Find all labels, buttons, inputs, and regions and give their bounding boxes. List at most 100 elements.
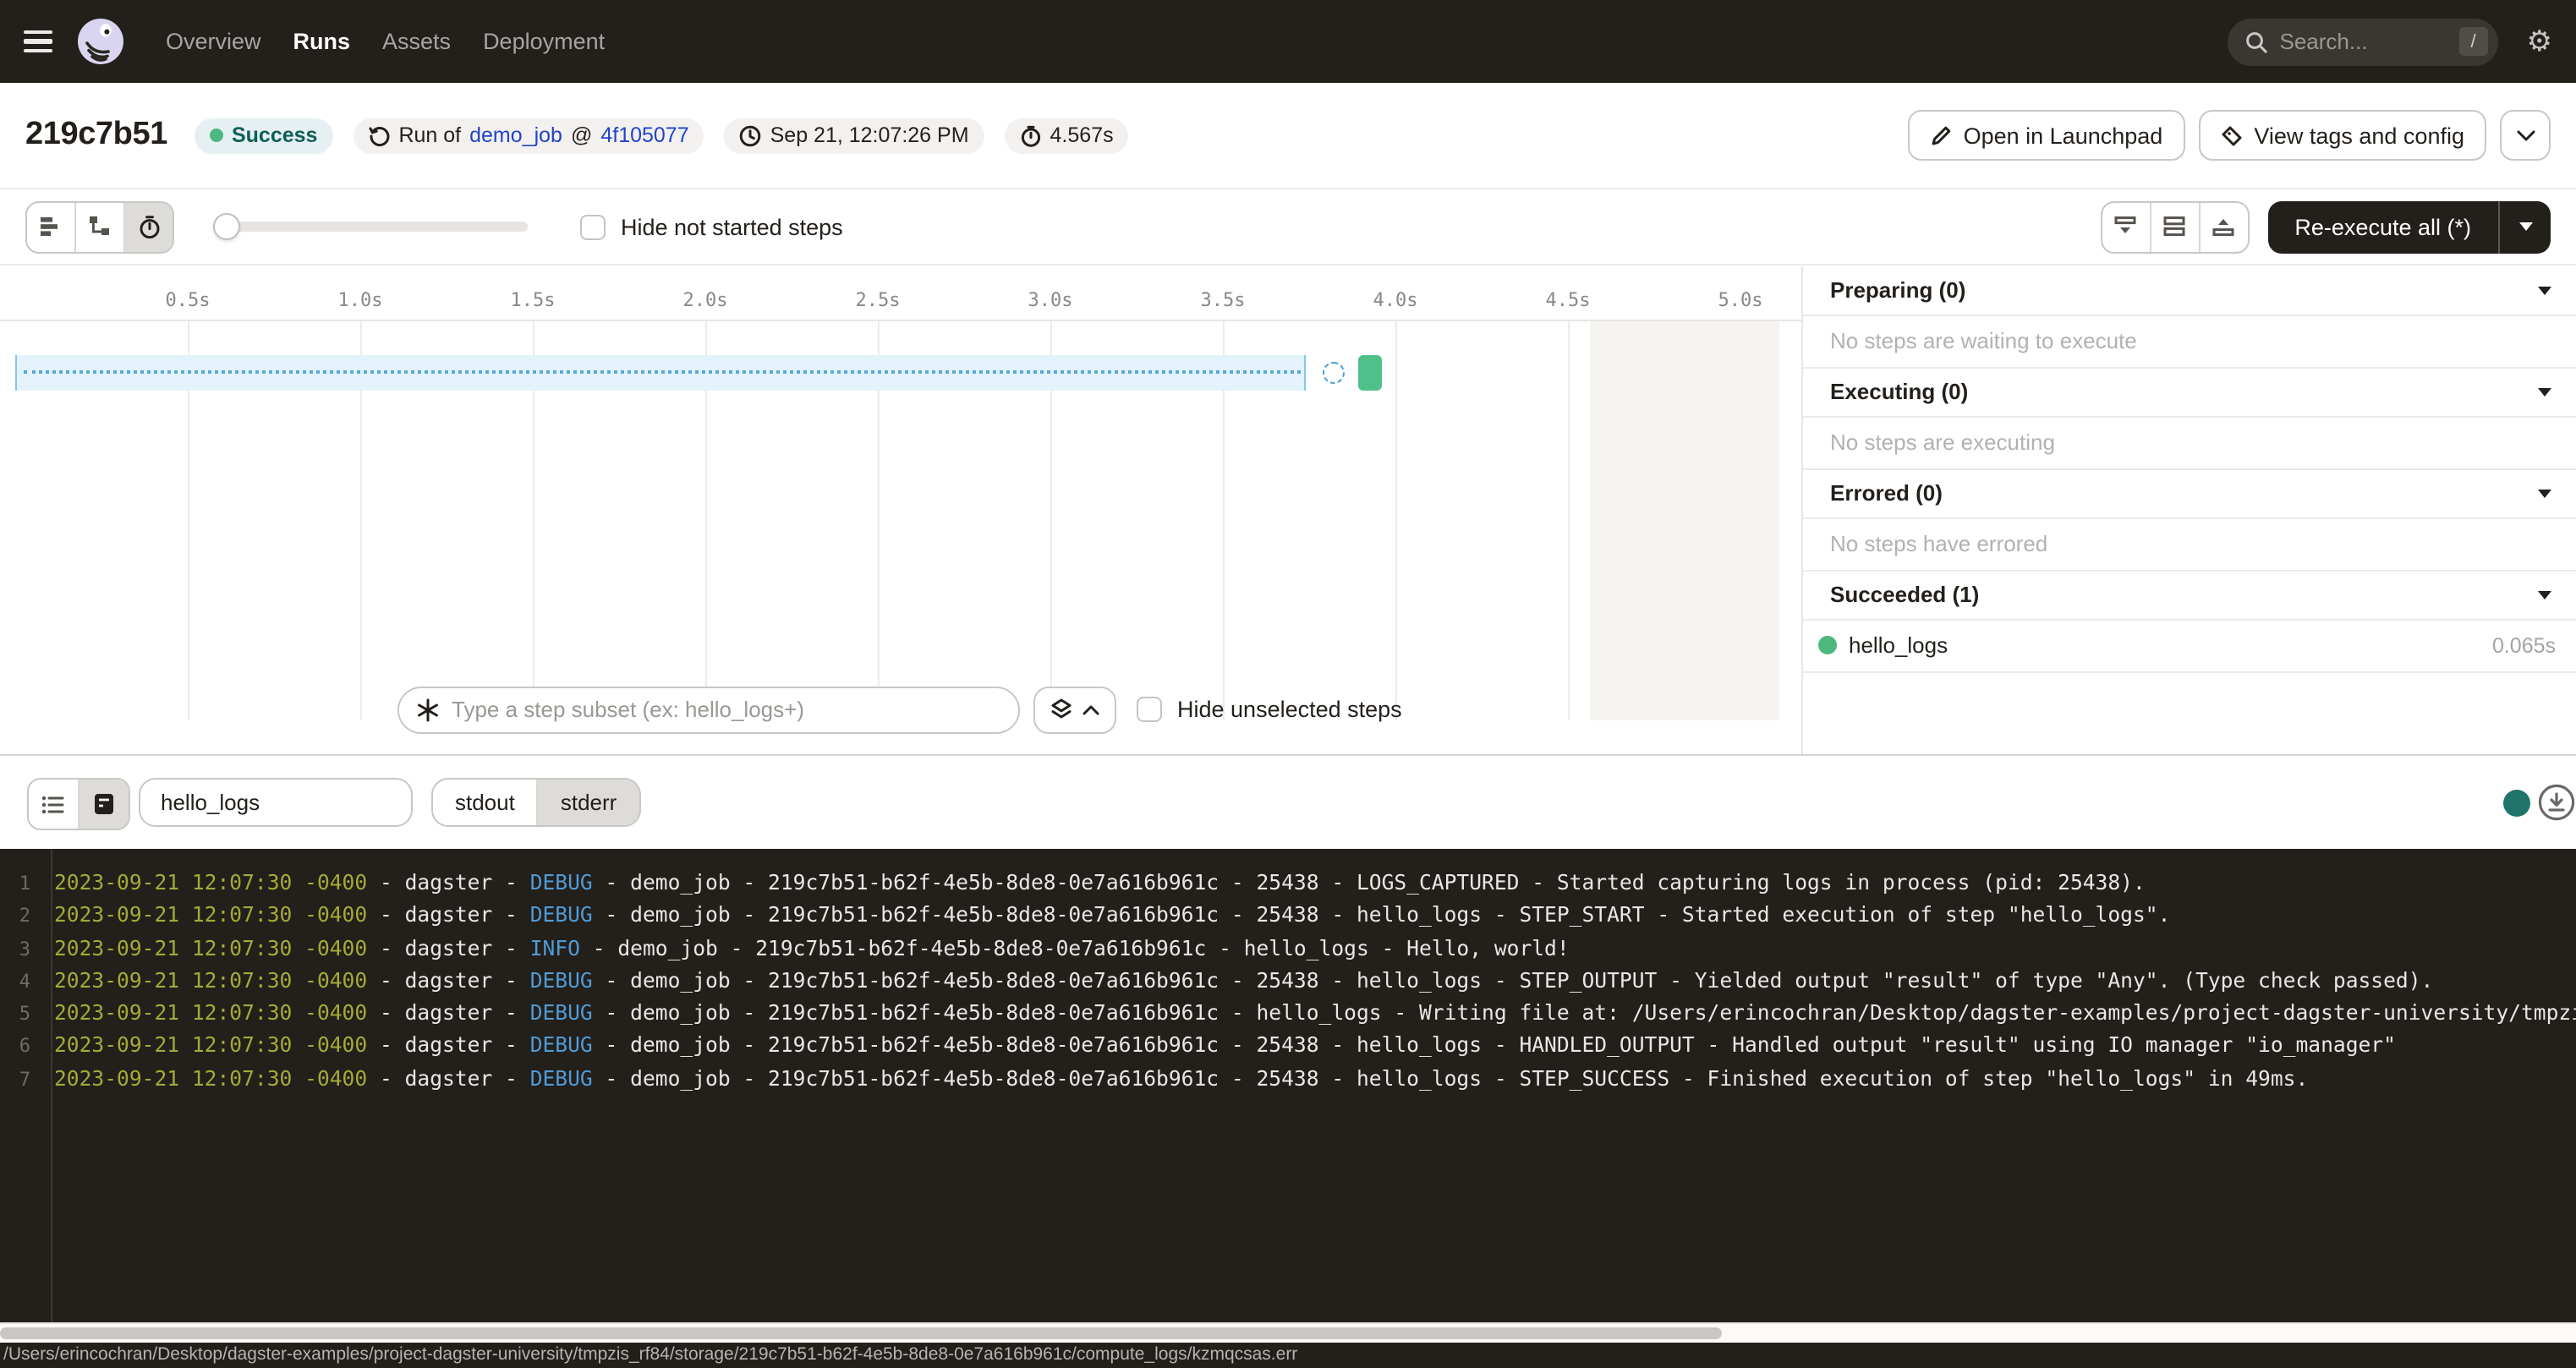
log-timestamp: 2023-09-21 12:07:30 -0400	[54, 904, 367, 928]
log-level: DEBUG	[530, 1001, 593, 1025]
log-timestamp: 2023-09-21 12:07:30 -0400	[54, 871, 367, 895]
history-icon	[368, 124, 390, 146]
axis-tick-label: 1.5s	[496, 288, 570, 310]
gantt-view-mode-group	[25, 200, 174, 253]
caret-down-icon	[2537, 488, 2552, 498]
axis-tick-label: 3.0s	[1013, 288, 1088, 310]
dagster-logo[interactable]	[76, 17, 125, 66]
gantt-zoom-slider[interactable]	[213, 200, 528, 253]
run-id-title: 219c7b51	[25, 117, 167, 154]
log-level: DEBUG	[530, 904, 593, 928]
structured-log-view-button[interactable]	[29, 780, 78, 829]
job-link[interactable]: demo_job	[469, 123, 562, 147]
step-graph-icon	[416, 698, 440, 721]
waterfall-view-button[interactable]	[74, 202, 123, 251]
reexecute-menu-button[interactable]	[2498, 200, 2551, 253]
gantt-step-marker[interactable]	[1323, 361, 1345, 383]
section-preparing-header[interactable]: Preparing (0)	[1803, 266, 2576, 315]
gantt-chart: Type a step subset (ex: hello_logs+) Hid…	[0, 320, 1801, 753]
pencil-icon	[1930, 124, 1952, 146]
gear-icon[interactable]: ⚙	[2527, 27, 2553, 56]
view-tags-config-button[interactable]: View tags and config	[2198, 110, 2486, 161]
tab-stderr[interactable]: stderr	[537, 780, 639, 825]
commit-link[interactable]: 4f105077	[600, 123, 688, 147]
log-line: 62023-09-21 12:07:30 -0400 - dagster - D…	[0, 1031, 2576, 1064]
log-timestamp: 2023-09-21 12:07:30 -0400	[54, 969, 367, 993]
log-filter-value: hello_logs	[161, 790, 260, 815]
log-timestamp: 2023-09-21 12:07:30 -0400	[54, 1001, 367, 1025]
log-lines: 12023-09-21 12:07:30 -0400 - dagster - D…	[0, 867, 2576, 1096]
log-level: DEBUG	[530, 969, 593, 993]
axis-tick-label: 5.0s	[1703, 288, 1778, 310]
timed-view-button[interactable]	[123, 202, 173, 251]
split-even-button[interactable]	[2149, 202, 2198, 251]
axis-tick-label: 1.0s	[323, 288, 397, 310]
timer-icon	[136, 214, 162, 239]
hide-not-started-label: Hide not started steps	[621, 214, 843, 239]
clock-icon	[740, 124, 762, 146]
panel-down-icon	[2113, 215, 2138, 238]
log-line-number: 1	[0, 869, 30, 900]
gantt-waiting-band	[15, 354, 1306, 390]
panel-up-icon	[2211, 215, 2236, 238]
panel-resize-group	[2100, 200, 2249, 253]
graph-query-toggle-button[interactable]	[1033, 686, 1116, 733]
duration-tag: 4.567s	[1005, 118, 1129, 153]
more-actions-button[interactable]	[2500, 110, 2551, 161]
log-message: - demo_job - 219c7b51-b62f-4e5b-8de8-0e7…	[593, 969, 2434, 993]
slider-thumb[interactable]	[213, 213, 240, 240]
flat-list-icon	[38, 215, 63, 238]
nav-item-assets[interactable]: Assets	[382, 29, 451, 54]
section-executing-empty: No steps are executing	[1803, 417, 2576, 469]
axis-tick-label: 4.5s	[1531, 288, 1605, 310]
download-icon[interactable]	[2537, 783, 2576, 822]
log-timestamp: 2023-09-21 12:07:30 -0400	[54, 936, 367, 960]
expand-up-button[interactable]	[2198, 202, 2247, 251]
stdout-stderr-tabs: stdout stderr	[431, 778, 640, 827]
axis-tick-label: 3.5s	[1186, 288, 1260, 310]
log-timestamp: 2023-09-21 12:07:30 -0400	[54, 1034, 367, 1058]
step-row-hello-logs[interactable]: hello_logs 0.065s	[1803, 620, 2576, 672]
step-status-panel: Preparing (0) No steps are waiting to ex…	[1801, 266, 2576, 753]
scrollbar-thumb[interactable]	[0, 1327, 1722, 1338]
hide-unselected-label: Hide unselected steps	[1177, 696, 1402, 721]
log-line: 12023-09-21 12:07:30 -0400 - dagster - D…	[0, 867, 2576, 900]
run-of-tag: Run of demo_job @ 4f105077	[353, 118, 704, 153]
step-duration: 0.065s	[2492, 633, 2556, 657]
gantt-time-axis: 0.5s1.0s1.5s2.0s2.5s3.0s3.5s4.0s4.5s5.0s	[0, 266, 1801, 320]
section-preparing-empty: No steps are waiting to execute	[1803, 315, 2576, 368]
hamburger-menu-icon[interactable]	[24, 30, 52, 52]
log-filter-input[interactable]: hello_logs	[139, 778, 413, 827]
section-executing-header[interactable]: Executing (0)	[1803, 368, 2576, 417]
log-message: - demo_job - 219c7b51-b62f-4e5b-8de8-0e7…	[593, 1034, 2396, 1058]
collapse-down-button[interactable]	[2102, 202, 2149, 251]
step-subset-placeholder: Type a step subset (ex: hello_logs+)	[452, 697, 804, 722]
status-dot	[210, 129, 223, 142]
log-level: DEBUG	[530, 871, 593, 895]
gantt-bar-hello-logs[interactable]	[1358, 354, 1382, 390]
step-subset-input[interactable]: Type a step subset (ex: hello_logs+)	[397, 686, 1020, 733]
search-input[interactable]: Search... /	[2228, 18, 2498, 65]
hide-not-started-checkbox[interactable]	[580, 214, 606, 239]
flat-view-button[interactable]	[27, 202, 74, 251]
log-timestamp: 2023-09-21 12:07:30 -0400	[54, 1067, 367, 1091]
nav-item-overview[interactable]: Overview	[166, 29, 261, 54]
tab-stdout[interactable]: stdout	[433, 780, 537, 825]
nav-item-deployment[interactable]: Deployment	[483, 29, 605, 54]
log-line: 52023-09-21 12:07:30 -0400 - dagster - D…	[0, 998, 2576, 1031]
chevron-down-icon	[2516, 129, 2535, 141]
open-in-launchpad-button[interactable]: Open in Launchpad	[1908, 110, 2185, 161]
nav-item-runs[interactable]: Runs	[293, 29, 351, 54]
log-horizontal-scrollbar[interactable]	[0, 1321, 2576, 1342]
log-message: - demo_job - 219c7b51-b62f-4e5b-8de8-0e7…	[593, 871, 2146, 895]
log-line: 72023-09-21 12:07:30 -0400 - dagster - D…	[0, 1064, 2576, 1097]
gantt-section: 0.5s1.0s1.5s2.0s2.5s3.0s3.5s4.0s4.5s5.0s…	[0, 266, 2576, 755]
raw-log-view-button[interactable]	[78, 780, 129, 829]
status-badge: Success	[195, 118, 332, 153]
section-succeeded-header[interactable]: Succeeded (1)	[1803, 571, 2576, 620]
hide-unselected-checkbox[interactable]	[1137, 696, 1162, 721]
section-errored-header[interactable]: Errored (0)	[1803, 469, 2576, 518]
reexecute-all-button[interactable]: Re-execute all (*)	[2267, 214, 2498, 239]
log-level: DEBUG	[530, 1067, 593, 1091]
slider-track[interactable]	[213, 222, 528, 232]
